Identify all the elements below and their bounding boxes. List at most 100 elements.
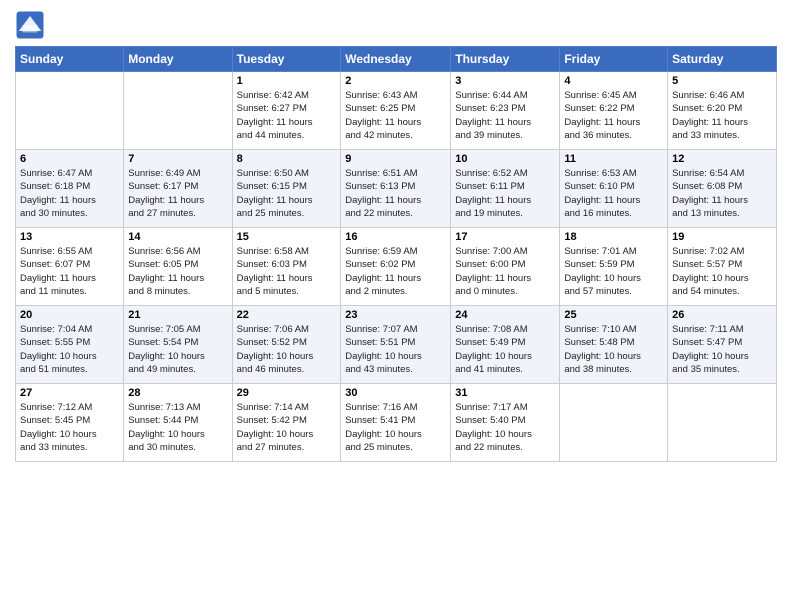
- day-of-week-header: Wednesday: [341, 47, 451, 72]
- calendar-cell: 3 Sunrise: 6:44 AM Sunset: 6:23 PM Daylig…: [451, 72, 560, 150]
- day-number: 11: [564, 153, 663, 165]
- day-number: 22: [237, 309, 337, 321]
- day-of-week-header: Saturday: [668, 47, 777, 72]
- day-number: 14: [128, 231, 227, 243]
- day-number: 2: [345, 75, 446, 87]
- day-detail: Sunrise: 7:02 AM Sunset: 5:57 PM Dayligh…: [672, 245, 772, 298]
- calendar-cell: 17Sunrise: 7:00 AM Sunset: 6:00 PM Dayli…: [451, 228, 560, 306]
- day-of-week-header: Monday: [124, 47, 232, 72]
- calendar-cell: 11 Sunrise: 6:53 AM Sunset: 6:10 PM Dayli…: [560, 150, 668, 228]
- day-detail: Sunrise: 6:44 AM Sunset: 6:23 PM Dayligh…: [455, 89, 555, 142]
- day-number: 31: [455, 387, 555, 399]
- day-number: 16: [345, 231, 446, 243]
- calendar-cell: 7 Sunrise: 6:49 AM Sunset: 6:17 PM Daylig…: [124, 150, 232, 228]
- calendar-cell: 8Sunrise: 6:50 AM Sunset: 6:15 PM Daylig…: [232, 150, 341, 228]
- day-detail: Sunrise: 7:06 AM Sunset: 5:52 PM Dayligh…: [237, 323, 337, 376]
- calendar-cell: 29 Sunrise: 7:14 AM Sunset: 5:42 PM Dayli…: [232, 384, 341, 462]
- day-detail: Sunrise: 6:59 AM Sunset: 6:02 PM Dayligh…: [345, 245, 446, 298]
- calendar-cell: 30Sunrise: 7:16 AM Sunset: 5:41 PM Dayli…: [341, 384, 451, 462]
- day-detail: Sunrise: 6:53 AM Sunset: 6:10 PM Dayligh…: [564, 167, 663, 220]
- day-detail: Sunrise: 6:46 AM Sunset: 6:20 PM Dayligh…: [672, 89, 772, 142]
- day-number: 26: [672, 309, 772, 321]
- day-number: 24: [455, 309, 555, 321]
- day-detail: Sunrise: 6:58 AM Sunset: 6:03 PM Dayligh…: [237, 245, 337, 298]
- calendar-cell: 13Sunrise: 6:55 AM Sunset: 6:07 PM Dayli…: [16, 228, 124, 306]
- calendar-cell: 6 Sunrise: 6:47 AM Sunset: 6:18 PM Daylig…: [16, 150, 124, 228]
- day-number: 10: [455, 153, 555, 165]
- day-detail: Sunrise: 7:12 AM Sunset: 5:45 PM Dayligh…: [20, 401, 119, 454]
- calendar-cell: 28 Sunrise: 7:13 AM Sunset: 5:44 PM Dayli…: [124, 384, 232, 462]
- calendar-header: SundayMondayTuesdayWednesdayThursdayFrid…: [16, 47, 777, 72]
- calendar-cell: 20Sunrise: 7:04 AM Sunset: 5:55 PM Dayli…: [16, 306, 124, 384]
- calendar-week-row: 27 Sunrise: 7:12 AM Sunset: 5:45 PM Dayli…: [16, 384, 777, 462]
- header: [15, 10, 777, 40]
- day-detail: Sunrise: 7:14 AM Sunset: 5:42 PM Dayligh…: [237, 401, 337, 454]
- calendar-cell: 27 Sunrise: 7:12 AM Sunset: 5:45 PM Dayli…: [16, 384, 124, 462]
- day-number: 27: [20, 387, 119, 399]
- logo-icon: [15, 10, 45, 40]
- calendar-body: 1 Sunrise: 6:42 AM Sunset: 6:27 PM Daylig…: [16, 72, 777, 462]
- days-of-week-row: SundayMondayTuesdayWednesdayThursdayFrid…: [16, 47, 777, 72]
- day-number: 3: [455, 75, 555, 87]
- day-detail: Sunrise: 6:49 AM Sunset: 6:17 PM Dayligh…: [128, 167, 227, 220]
- calendar-week-row: 20Sunrise: 7:04 AM Sunset: 5:55 PM Dayli…: [16, 306, 777, 384]
- day-detail: Sunrise: 6:45 AM Sunset: 6:22 PM Dayligh…: [564, 89, 663, 142]
- day-number: 29: [237, 387, 337, 399]
- calendar-cell: 22 Sunrise: 7:06 AM Sunset: 5:52 PM Dayli…: [232, 306, 341, 384]
- calendar-cell: 14 Sunrise: 6:56 AM Sunset: 6:05 PM Dayli…: [124, 228, 232, 306]
- calendar-cell: 9 Sunrise: 6:51 AM Sunset: 6:13 PM Daylig…: [341, 150, 451, 228]
- day-number: 12: [672, 153, 772, 165]
- calendar-cell: 4 Sunrise: 6:45 AM Sunset: 6:22 PM Daylig…: [560, 72, 668, 150]
- day-number: 7: [128, 153, 227, 165]
- calendar-cell: 12 Sunrise: 6:54 AM Sunset: 6:08 PM Dayli…: [668, 150, 777, 228]
- day-detail: Sunrise: 6:47 AM Sunset: 6:18 PM Dayligh…: [20, 167, 119, 220]
- calendar-cell: 2Sunrise: 6:43 AM Sunset: 6:25 PM Daylig…: [341, 72, 451, 150]
- day-detail: Sunrise: 7:08 AM Sunset: 5:49 PM Dayligh…: [455, 323, 555, 376]
- day-number: 15: [237, 231, 337, 243]
- calendar-week-row: 13Sunrise: 6:55 AM Sunset: 6:07 PM Dayli…: [16, 228, 777, 306]
- day-number: 19: [672, 231, 772, 243]
- day-number: 8: [237, 153, 337, 165]
- calendar-cell: 1 Sunrise: 6:42 AM Sunset: 6:27 PM Daylig…: [232, 72, 341, 150]
- day-number: 25: [564, 309, 663, 321]
- day-number: 20: [20, 309, 119, 321]
- day-detail: Sunrise: 6:42 AM Sunset: 6:27 PM Dayligh…: [237, 89, 337, 142]
- day-detail: Sunrise: 6:51 AM Sunset: 6:13 PM Dayligh…: [345, 167, 446, 220]
- day-detail: Sunrise: 6:56 AM Sunset: 6:05 PM Dayligh…: [128, 245, 227, 298]
- calendar-week-row: 1 Sunrise: 6:42 AM Sunset: 6:27 PM Daylig…: [16, 72, 777, 150]
- day-number: 17: [455, 231, 555, 243]
- calendar-cell: [124, 72, 232, 150]
- calendar-cell: 16 Sunrise: 6:59 AM Sunset: 6:02 PM Dayli…: [341, 228, 451, 306]
- calendar-cell: 25 Sunrise: 7:10 AM Sunset: 5:48 PM Dayli…: [560, 306, 668, 384]
- page-container: SundayMondayTuesdayWednesdayThursdayFrid…: [0, 0, 792, 467]
- calendar-cell: [668, 384, 777, 462]
- day-number: 28: [128, 387, 227, 399]
- calendar-cell: [560, 384, 668, 462]
- logo: [15, 10, 47, 40]
- day-detail: Sunrise: 7:10 AM Sunset: 5:48 PM Dayligh…: [564, 323, 663, 376]
- day-detail: Sunrise: 6:55 AM Sunset: 6:07 PM Dayligh…: [20, 245, 119, 298]
- day-number: 9: [345, 153, 446, 165]
- day-number: 1: [237, 75, 337, 87]
- calendar-cell: 26 Sunrise: 7:11 AM Sunset: 5:47 PM Dayli…: [668, 306, 777, 384]
- day-number: 4: [564, 75, 663, 87]
- calendar-cell: 21Sunrise: 7:05 AM Sunset: 5:54 PM Dayli…: [124, 306, 232, 384]
- calendar-cell: [16, 72, 124, 150]
- day-detail: Sunrise: 6:54 AM Sunset: 6:08 PM Dayligh…: [672, 167, 772, 220]
- day-detail: Sunrise: 7:13 AM Sunset: 5:44 PM Dayligh…: [128, 401, 227, 454]
- day-detail: Sunrise: 7:05 AM Sunset: 5:54 PM Dayligh…: [128, 323, 227, 376]
- calendar-cell: 24 Sunrise: 7:08 AM Sunset: 5:49 PM Dayli…: [451, 306, 560, 384]
- day-detail: Sunrise: 7:11 AM Sunset: 5:47 PM Dayligh…: [672, 323, 772, 376]
- calendar-cell: 18Sunrise: 7:01 AM Sunset: 5:59 PM Dayli…: [560, 228, 668, 306]
- day-number: 6: [20, 153, 119, 165]
- calendar-cell: 15 Sunrise: 6:58 AM Sunset: 6:03 PM Dayli…: [232, 228, 341, 306]
- day-of-week-header: Friday: [560, 47, 668, 72]
- day-detail: Sunrise: 7:07 AM Sunset: 5:51 PM Dayligh…: [345, 323, 446, 376]
- calendar-cell: 19 Sunrise: 7:02 AM Sunset: 5:57 PM Dayli…: [668, 228, 777, 306]
- calendar-cell: 23Sunrise: 7:07 AM Sunset: 5:51 PM Dayli…: [341, 306, 451, 384]
- day-number: 30: [345, 387, 446, 399]
- day-detail: Sunrise: 7:01 AM Sunset: 5:59 PM Dayligh…: [564, 245, 663, 298]
- day-number: 5: [672, 75, 772, 87]
- day-detail: Sunrise: 6:52 AM Sunset: 6:11 PM Dayligh…: [455, 167, 555, 220]
- day-of-week-header: Sunday: [16, 47, 124, 72]
